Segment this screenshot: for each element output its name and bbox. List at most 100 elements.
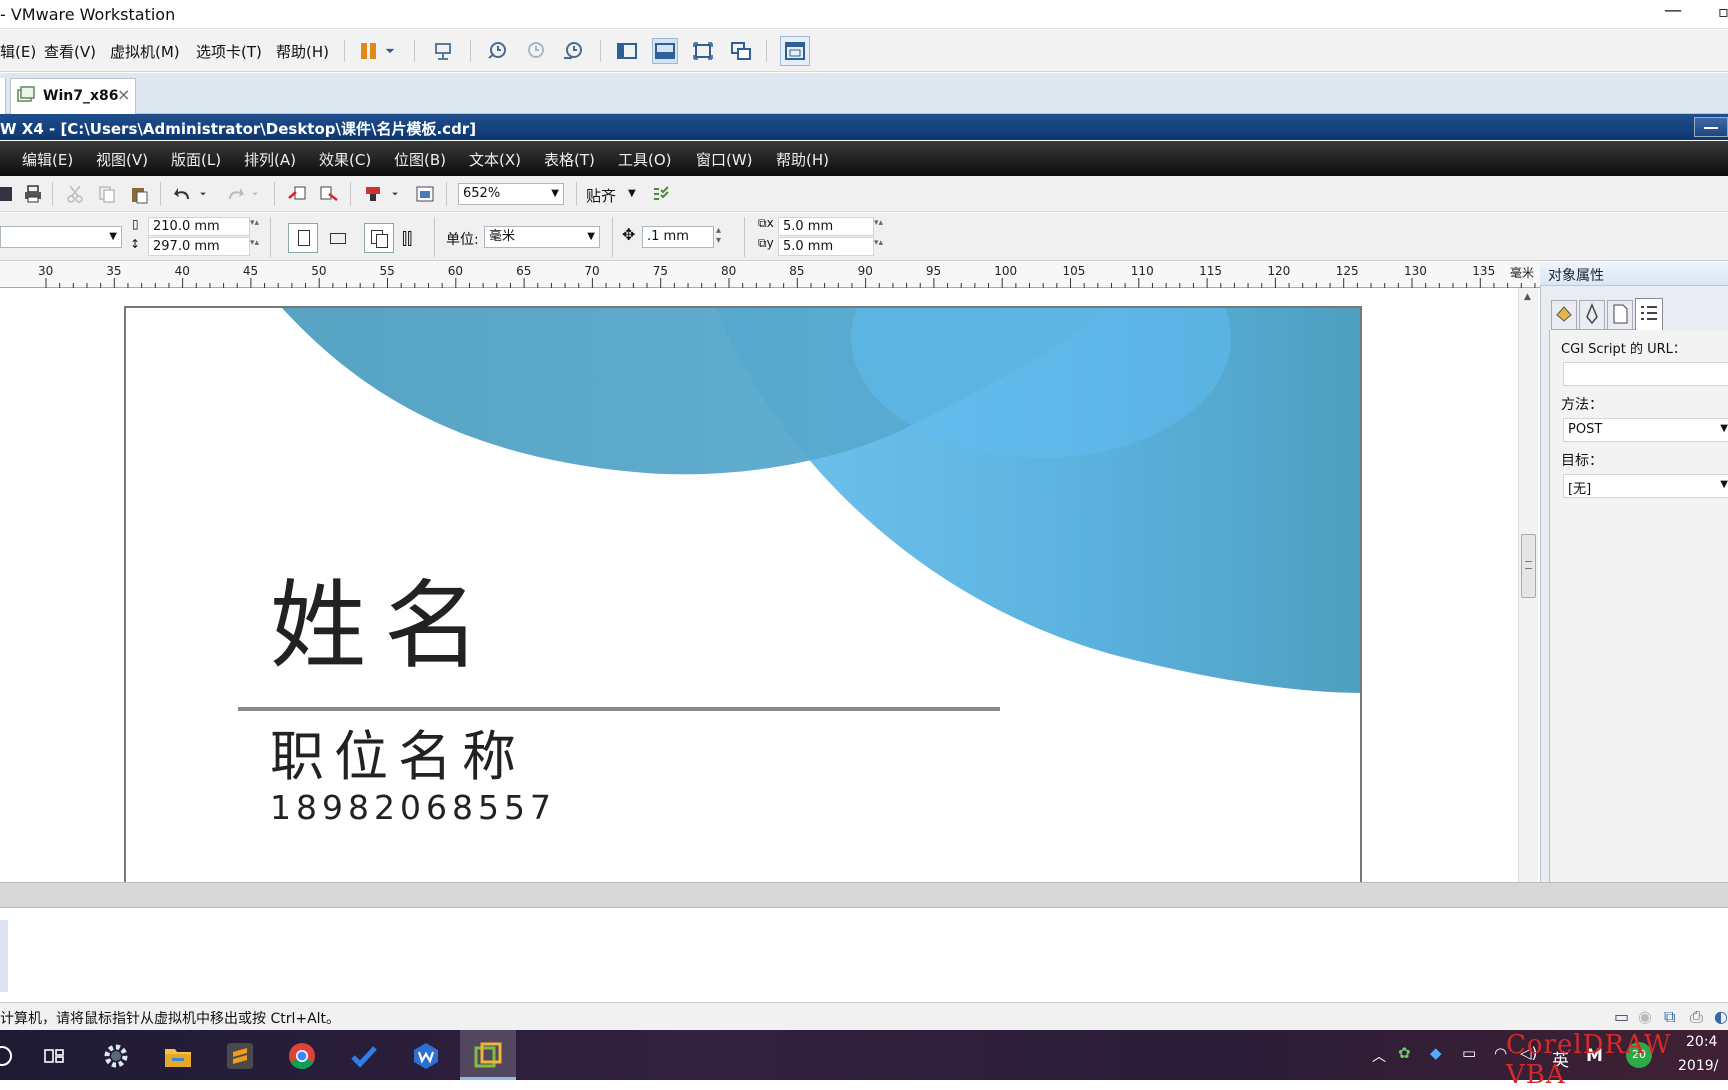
vmware-icon[interactable] — [468, 1036, 508, 1076]
duplicate-distance-x-input[interactable]: 5.0 mm — [778, 217, 874, 236]
outline-tab[interactable] — [1579, 300, 1605, 330]
chevron-down-icon[interactable] — [196, 182, 210, 206]
todo-check-icon[interactable] — [344, 1036, 384, 1076]
spinner-icon[interactable]: ▾▴ — [250, 238, 259, 248]
search-icon[interactable] — [0, 1036, 22, 1076]
network-adapter-icon[interactable]: ⧉ — [1664, 1007, 1675, 1027]
cd-drive-icon[interactable]: ◉ — [1638, 1007, 1652, 1026]
vm-menu-vm[interactable]: 虚拟机(M) — [110, 41, 180, 62]
all-pages-button[interactable] — [364, 223, 394, 253]
vm-menu-help[interactable]: 帮助(H) — [276, 41, 329, 62]
card-name-text[interactable]: 姓名 — [270, 578, 498, 674]
cut-icon[interactable] — [62, 182, 88, 206]
nudge-input[interactable]: .1 mm — [642, 226, 714, 248]
window-control-edge[interactable]: ▫ — [1718, 2, 1728, 21]
chrome-icon[interactable] — [282, 1036, 322, 1076]
vertical-scrollbar[interactable]: ▲ — [1518, 288, 1538, 882]
spinner-icon[interactable]: ▾▴ — [250, 218, 259, 228]
export-icon[interactable] — [316, 182, 342, 206]
task-view-icon[interactable] — [34, 1036, 74, 1076]
tray-shield-icon[interactable]: ◆ — [1430, 1044, 1442, 1062]
menu-bitmaps[interactable]: 位图(B) — [394, 149, 446, 170]
snapshot-icon[interactable] — [484, 38, 510, 64]
unit-select[interactable]: 毫米 ▼ — [484, 226, 600, 248]
show-library-icon[interactable] — [614, 38, 640, 64]
menu-edit[interactable]: 编辑(E) — [22, 149, 73, 170]
spinner-icon[interactable]: ▾▴ — [874, 218, 883, 228]
pause-icon[interactable] — [356, 38, 382, 64]
undo-icon[interactable] — [170, 182, 196, 206]
menu-text[interactable]: 文本(X) — [469, 149, 521, 170]
options-icon[interactable] — [648, 182, 674, 206]
landscape-button[interactable] — [324, 223, 354, 253]
console-view-icon[interactable] — [780, 36, 810, 66]
printer-icon[interactable]: ⎙ — [1690, 1007, 1703, 1027]
sublime-text-icon[interactable] — [220, 1036, 260, 1076]
card-position-text[interactable]: 职位名称 — [270, 730, 526, 784]
portrait-button[interactable] — [288, 223, 318, 253]
vm-menu-edit[interactable]: 辑(E) — [0, 41, 36, 62]
snap-to-label[interactable]: 贴齐 — [586, 185, 616, 206]
spinner-icon[interactable]: ▾▴ — [874, 238, 883, 248]
hard-disk-icon[interactable]: ▭ — [1614, 1007, 1629, 1026]
revert-snapshot-icon[interactable] — [522, 38, 548, 64]
tab-win7[interactable]: Win7_x86 × — [10, 78, 136, 114]
close-icon[interactable]: × — [117, 85, 130, 104]
business-card[interactable]: 姓名 职位名称 18982068557 — [124, 306, 1362, 906]
menu-window[interactable]: 窗口(W) — [696, 149, 753, 170]
minimize-button[interactable] — [1694, 117, 1728, 137]
tray-app-icon[interactable]: ✿ — [1398, 1044, 1411, 1062]
battery-icon[interactable]: ▭ — [1462, 1044, 1476, 1062]
menu-table[interactable]: 表格(T) — [544, 149, 595, 170]
current-page-button[interactable]: ⫿⫿ — [400, 225, 426, 251]
fullscreen-icon[interactable] — [690, 38, 716, 64]
horizontal-ruler[interactable]: 30 35 40 45 50 55 60 65 70 75 80 85 90 95 100 105 110 115… — [0, 262, 1540, 288]
zoom-level-select[interactable]: 652% ▼ — [458, 183, 564, 205]
clock-time[interactable]: 20:4 — [1686, 1034, 1717, 1050]
menu-tools[interactable]: 工具(O) — [618, 149, 672, 170]
menu-view[interactable]: 视图(V) — [96, 149, 148, 170]
welcome-screen-icon[interactable] — [412, 182, 438, 206]
clock-date[interactable]: 2019/ — [1678, 1058, 1718, 1074]
method-select[interactable]: POST ▼ — [1563, 418, 1728, 442]
duplicate-distance-y-input[interactable]: 5.0 mm — [778, 237, 874, 256]
application-launcher-icon[interactable] — [360, 182, 386, 206]
paper-type-select[interactable]: ▼ — [0, 226, 122, 248]
copy-icon[interactable] — [94, 182, 120, 206]
import-icon[interactable] — [284, 182, 310, 206]
scroll-up-icon[interactable]: ▲ — [1524, 292, 1531, 302]
chevron-down-icon[interactable]: ▼ — [628, 188, 636, 199]
cgi-url-input[interactable] — [1563, 362, 1728, 386]
internet-tab[interactable] — [1635, 298, 1663, 331]
thumbnail-bar-icon[interactable] — [652, 38, 678, 64]
general-tab[interactable] — [1607, 300, 1633, 330]
menu-help[interactable]: 帮助(H) — [776, 149, 829, 170]
scroll-thumb[interactable] — [1521, 534, 1536, 598]
minimize-button[interactable]: — — [1664, 0, 1682, 21]
chevron-down-icon[interactable] — [248, 182, 262, 206]
target-select[interactable]: [无] ▼ — [1563, 474, 1728, 498]
fill-tab[interactable] — [1551, 300, 1577, 330]
menu-layout[interactable]: 版面(L) — [171, 149, 221, 170]
chevron-down-icon[interactable] — [388, 182, 402, 206]
divider-line[interactable] — [238, 707, 1000, 711]
card-phone-text[interactable]: 18982068557 — [270, 791, 556, 824]
drawing-canvas[interactable]: 姓名 职位名称 18982068557 — [0, 288, 1520, 906]
settings-gear-icon[interactable] — [96, 1036, 136, 1076]
spinner-icon[interactable]: ▴ ▾ — [716, 226, 721, 246]
page-width-input[interactable]: 210.0 mm — [148, 217, 250, 236]
file-explorer-icon[interactable] — [158, 1036, 198, 1076]
paste-icon[interactable] — [126, 182, 152, 206]
page-height-input[interactable]: 297.0 mm — [148, 237, 250, 256]
chevron-down-icon[interactable] — [382, 38, 398, 64]
sound-card-icon[interactable]: ◐ — [1714, 1007, 1728, 1026]
menu-arrange[interactable]: 排列(A) — [244, 149, 296, 170]
snapshot-manager-icon[interactable] — [560, 38, 586, 64]
wps-icon[interactable] — [406, 1036, 446, 1076]
chevron-up-icon[interactable]: ︿ — [1372, 1046, 1386, 1066]
send-ctrl-alt-del-icon[interactable] — [430, 38, 456, 64]
save-icon[interactable] — [0, 182, 18, 206]
vm-menu-view[interactable]: 查看(V) — [44, 41, 96, 62]
redo-icon[interactable] — [222, 182, 248, 206]
unity-icon[interactable] — [728, 38, 754, 64]
